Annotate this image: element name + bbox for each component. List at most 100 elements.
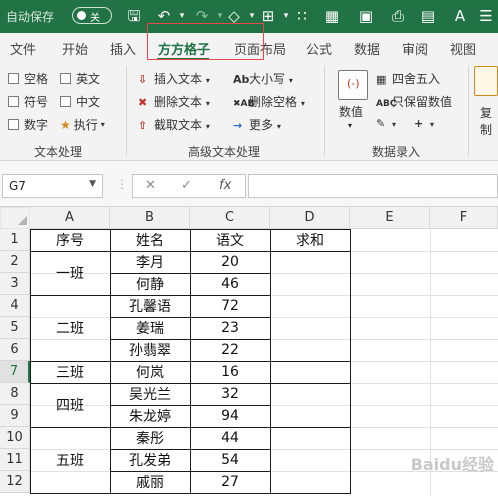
score-cell[interactable]: 54 xyxy=(190,449,270,471)
group-separator xyxy=(468,66,469,156)
delete-spaces-button[interactable]: ✖AB删除空格 ▾ xyxy=(233,93,305,110)
class-cell[interactable]: 四班 xyxy=(30,383,110,427)
more-button[interactable]: → 更多 ▾ xyxy=(233,116,281,133)
class-cell[interactable]: 三班 xyxy=(30,361,110,383)
checkbox-number[interactable]: 数字 xyxy=(8,116,48,133)
column-header-f[interactable]: F xyxy=(430,207,498,229)
row-header-9[interactable]: 9 xyxy=(0,405,30,427)
column-header-e[interactable]: E xyxy=(350,207,430,229)
execute-button[interactable]: ★ 执行 ▾ xyxy=(60,116,105,133)
more-icon[interactable]: ☰ xyxy=(476,6,496,26)
drag-handle-icon[interactable]: ⋮ xyxy=(116,177,128,191)
row-header-3[interactable]: 3 xyxy=(0,273,30,295)
column-header-d[interactable]: D xyxy=(270,207,350,229)
checkbox-chinese[interactable]: 中文 xyxy=(60,93,100,110)
checkbox-english[interactable]: 英文 xyxy=(60,70,100,87)
name-cell[interactable]: 孔馨语 xyxy=(110,295,190,317)
cancel-icon[interactable]: ✕ xyxy=(145,178,156,193)
row-header-5[interactable]: 5 xyxy=(0,317,30,339)
score-cell[interactable]: 72 xyxy=(190,295,270,317)
round-button[interactable]: ▦ 四舍五入 xyxy=(376,70,440,87)
score-cell[interactable]: 22 xyxy=(190,339,270,361)
sum-cell[interactable] xyxy=(270,383,350,427)
chevron-down-icon: ▾ xyxy=(205,76,210,85)
header-cell-sum[interactable]: 求和 xyxy=(270,229,350,251)
tab-home[interactable]: 开始 xyxy=(62,39,88,58)
tab-insert[interactable]: 插入 xyxy=(110,39,136,58)
score-cell[interactable]: 94 xyxy=(190,405,270,427)
name-cell[interactable]: 何静 xyxy=(110,273,190,295)
tab-formulas[interactable]: 公式 xyxy=(306,39,332,58)
table-icon[interactable]: ▦ xyxy=(322,6,342,26)
checkbox-space[interactable]: 空格 xyxy=(8,70,48,87)
row-header-6[interactable]: 6 xyxy=(0,339,30,361)
class-cell[interactable]: 一班 xyxy=(30,251,110,295)
name-cell[interactable]: 孙翡翠 xyxy=(110,339,190,361)
tab-review[interactable]: 审阅 xyxy=(402,39,428,58)
score-cell[interactable]: 23 xyxy=(190,317,270,339)
row-header-8[interactable]: 8 xyxy=(0,383,30,405)
column-header-a[interactable]: A xyxy=(30,207,110,229)
class-cell[interactable]: 二班 xyxy=(30,295,110,361)
row-header-10[interactable]: 10 xyxy=(0,427,30,449)
copy-button-label[interactable]: 复制 xyxy=(480,104,498,138)
delete-text-button[interactable]: ✖ 删除文本 ▾ xyxy=(138,93,210,110)
text-icon[interactable]: A xyxy=(450,6,470,26)
class-cell[interactable]: 五班 xyxy=(30,427,110,493)
chevron-down-icon: ▾ xyxy=(205,122,210,131)
sum-cell[interactable] xyxy=(270,427,350,493)
score-cell[interactable]: 20 xyxy=(190,251,270,273)
group-separator xyxy=(324,66,325,156)
tab-view[interactable]: 视图 xyxy=(450,39,476,58)
name-cell[interactable]: 戚丽 xyxy=(110,471,190,493)
plus-dropdown-button[interactable]: + ▾ xyxy=(414,116,434,130)
header-cell-number[interactable]: 序号 xyxy=(30,229,110,251)
name-cell[interactable]: 孔发弟 xyxy=(110,449,190,471)
group-label-text-processing: 文本处理 xyxy=(34,145,83,159)
insert-text-button[interactable]: ⇩ 插入文本 ▾ xyxy=(138,70,210,87)
name-cell[interactable]: 李月 xyxy=(110,251,190,273)
print-icon[interactable]: ⎙ xyxy=(388,6,408,26)
name-cell[interactable]: 秦彤 xyxy=(110,427,190,449)
score-cell[interactable]: 16 xyxy=(190,361,270,383)
row-header-4[interactable]: 4 xyxy=(0,295,30,317)
row-header-1[interactable]: 1 xyxy=(0,229,30,251)
score-cell[interactable]: 46 xyxy=(190,273,270,295)
edit-dropdown-button[interactable]: ✎ ▾ xyxy=(376,116,396,130)
name-cell[interactable]: 朱龙婷 xyxy=(110,405,190,427)
name-box[interactable]: G7 ▼ xyxy=(2,174,103,198)
save-icon[interactable]: 🖫 xyxy=(124,6,144,26)
column-header-c[interactable]: C xyxy=(190,207,270,229)
cut-text-button[interactable]: ⇧ 截取文本 ▾ xyxy=(138,116,210,133)
confirm-icon[interactable]: ✓ xyxy=(181,178,192,193)
header-cell-chinese[interactable]: 语文 xyxy=(190,229,270,251)
row-header-7[interactable]: 7 xyxy=(0,361,30,383)
copy-icon[interactable] xyxy=(474,66,498,96)
score-cell[interactable]: 32 xyxy=(190,383,270,405)
layout-icon[interactable]: ▤ xyxy=(418,6,438,26)
value-icon[interactable]: (-) xyxy=(338,70,368,100)
keep-value-button[interactable]: ABC只保留数值 xyxy=(376,93,452,110)
tab-file[interactable]: 文件 xyxy=(10,39,36,58)
name-cell[interactable]: 姜瑞 xyxy=(110,317,190,339)
tab-data[interactable]: 数据 xyxy=(354,39,380,58)
name-cell[interactable]: 吴光兰 xyxy=(110,383,190,405)
checkbox-symbol[interactable]: 符号 xyxy=(8,93,48,110)
autosave-toggle[interactable]: 关 xyxy=(72,7,112,24)
case-button[interactable]: Ab大小写 ▾ xyxy=(233,70,293,87)
fx-icon[interactable]: fx xyxy=(219,178,231,193)
value-button-label[interactable]: 数值 xyxy=(339,103,363,120)
screen-icon[interactable]: ▣ xyxy=(356,6,376,26)
column-header-b[interactable]: B xyxy=(110,207,190,229)
header-cell-name[interactable]: 姓名 xyxy=(110,229,190,251)
grid-icon[interactable]: ∷ xyxy=(292,6,312,26)
name-cell[interactable]: 何岚 xyxy=(110,361,190,383)
formula-input[interactable] xyxy=(248,174,498,198)
row-header-12[interactable]: 12 xyxy=(0,471,30,493)
row-header-11[interactable]: 11 xyxy=(0,449,30,471)
score-cell[interactable]: 27 xyxy=(190,471,270,493)
score-cell[interactable]: 44 xyxy=(190,427,270,449)
row-header-2[interactable]: 2 xyxy=(0,251,30,273)
sum-cell[interactable] xyxy=(270,361,350,383)
sum-cell[interactable] xyxy=(270,251,350,361)
